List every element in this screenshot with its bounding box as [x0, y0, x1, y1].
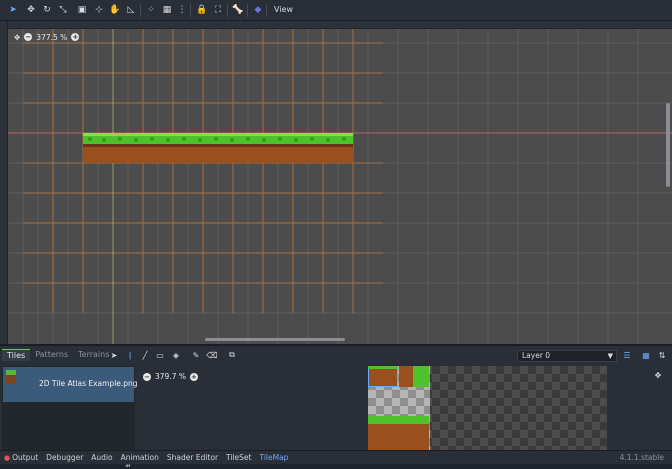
select-mode-icon[interactable]: ➤ [6, 3, 20, 17]
status-animation[interactable]: Animation [121, 453, 159, 462]
source-label: 2D Tile Atlas Example.png ... [39, 379, 148, 388]
tilemap-panel: Tiles Patterns Terrains ➤ ǀ ╱ ▭ ◈ ✎ ⌫ ⧉ … [0, 344, 672, 469]
horizontal-scrollbar[interactable] [205, 338, 345, 341]
canvas-viewport[interactable]: + ✥ − 377.5 % + [0, 21, 672, 344]
layer-select-value: Layer 0 [522, 351, 551, 360]
lock-icon[interactable]: 🔒 [195, 3, 209, 17]
tile-sources-list: 2D Tile Atlas Example.png ... ⇵ [2, 366, 147, 469]
atlas-tile-grass [413, 366, 429, 387]
random-tile-icon[interactable]: ⧉ [226, 349, 238, 361]
move-mode-icon[interactable]: ✥ [24, 3, 38, 17]
select-tool-icon[interactable]: ➤ [108, 349, 120, 361]
viewport-zoom-controls: ✥ − 377.5 % + [14, 31, 80, 43]
rotate-mode-icon[interactable]: ↻ [40, 3, 54, 17]
toolbar-separator [247, 4, 248, 17]
toolbar-separator [227, 4, 228, 17]
pan-mode-icon[interactable]: ✋ [108, 3, 122, 17]
vertical-scrollbar[interactable] [666, 103, 670, 187]
picker-tool-icon[interactable]: ✎ [190, 349, 202, 361]
output-icon: ● [4, 453, 11, 462]
sort-options-icon[interactable]: ⇅ [656, 349, 668, 361]
status-debugger[interactable]: Debugger [46, 453, 83, 462]
tab-patterns[interactable]: Patterns [30, 349, 73, 361]
more-options-icon[interactable]: ⋮ [175, 3, 189, 17]
viewport-zoom-value[interactable]: 377.5 % [36, 33, 67, 42]
toolbar-separator [140, 4, 141, 17]
group-icon[interactable]: ⛶ [211, 3, 225, 17]
status-audio[interactable]: Audio [91, 453, 112, 462]
grid-snap-icon[interactable]: ▦ [160, 3, 174, 17]
camera-override-icon[interactable]: ◆ [251, 3, 265, 17]
measure-icon[interactable]: ◺ [124, 3, 138, 17]
status-shader-editor[interactable]: Shader Editor [167, 453, 218, 462]
zoom-in-icon[interactable]: + [71, 33, 80, 41]
viewport-grid: + [0, 21, 672, 344]
status-tileset[interactable]: TileSet [226, 453, 251, 462]
vertical-ruler [0, 21, 8, 344]
scale-mode-icon[interactable]: ⤡ [56, 3, 70, 17]
zoom-in-icon[interactable]: + [189, 372, 198, 381]
toolbar-separator [190, 4, 191, 17]
zoom-out-icon[interactable]: − [143, 372, 151, 381]
line-tool-icon[interactable]: ╱ [139, 349, 151, 361]
bone-icon[interactable]: 🦴 [231, 3, 245, 17]
move-icon[interactable]: ✥ [652, 369, 664, 381]
horizontal-ruler [8, 21, 672, 29]
atlas-side-panel: ✥ [608, 366, 672, 450]
version-label: 4.1.1.stable [619, 453, 664, 462]
bottom-status-bar: ● Output Debugger Audio Animation Shader… [0, 450, 672, 464]
grid-view-icon[interactable]: ▦ [640, 349, 652, 361]
eraser-tool-icon[interactable]: ⌫ [206, 349, 218, 361]
bucket-tool-icon[interactable]: ◈ [170, 349, 182, 361]
status-tilemap[interactable]: TileMap [259, 453, 288, 462]
atlas-zoom-value[interactable]: 379.7 % [155, 372, 186, 381]
editor-toolbar: ➤ ✥ ↻ ⤡ ▣ ⊹ ✋ ◺ ⁘ ▦ ⋮ 🔒 ⛶ 🦴 ◆ View [0, 0, 672, 21]
atlas-zoom-controls: − 379.7 % + [143, 372, 198, 381]
ruler-mode-icon[interactable]: ▣ [75, 3, 89, 17]
snap-icon[interactable]: ⁘ [144, 3, 158, 17]
paint-tool-icon[interactable]: ǀ [124, 349, 136, 361]
atlas-tile[interactable] [368, 424, 429, 450]
rect-tool-icon[interactable]: ▭ [154, 349, 166, 361]
list-item[interactable]: 2D Tile Atlas Example.png ... [3, 367, 147, 402]
svg-text:+: + [110, 130, 117, 139]
pan-icon[interactable]: ✥ [14, 33, 20, 42]
tilemap-tabs: Tiles Patterns Terrains [2, 349, 114, 361]
atlas-tile[interactable] [368, 366, 398, 387]
chevron-down-icon: ▼ [607, 352, 613, 360]
toolbar-separator [266, 4, 267, 17]
tab-tiles[interactable]: Tiles [2, 349, 31, 361]
status-output[interactable]: Output [12, 453, 38, 462]
list-view-icon[interactable]: ☰ [621, 349, 633, 361]
atlas-tile-grass [368, 416, 429, 424]
atlas-tile-grass [368, 366, 398, 369]
atlas-thumbnail [6, 370, 16, 384]
zoom-out-icon[interactable]: − [24, 33, 33, 41]
view-menu-button[interactable]: View [270, 3, 297, 17]
tile-atlas[interactable] [368, 366, 607, 450]
pivot-icon[interactable]: ⊹ [92, 3, 106, 17]
atlas-view[interactable]: − 379.7 % + [137, 366, 607, 450]
layer-select[interactable]: Layer 0 ▼ [517, 350, 617, 362]
